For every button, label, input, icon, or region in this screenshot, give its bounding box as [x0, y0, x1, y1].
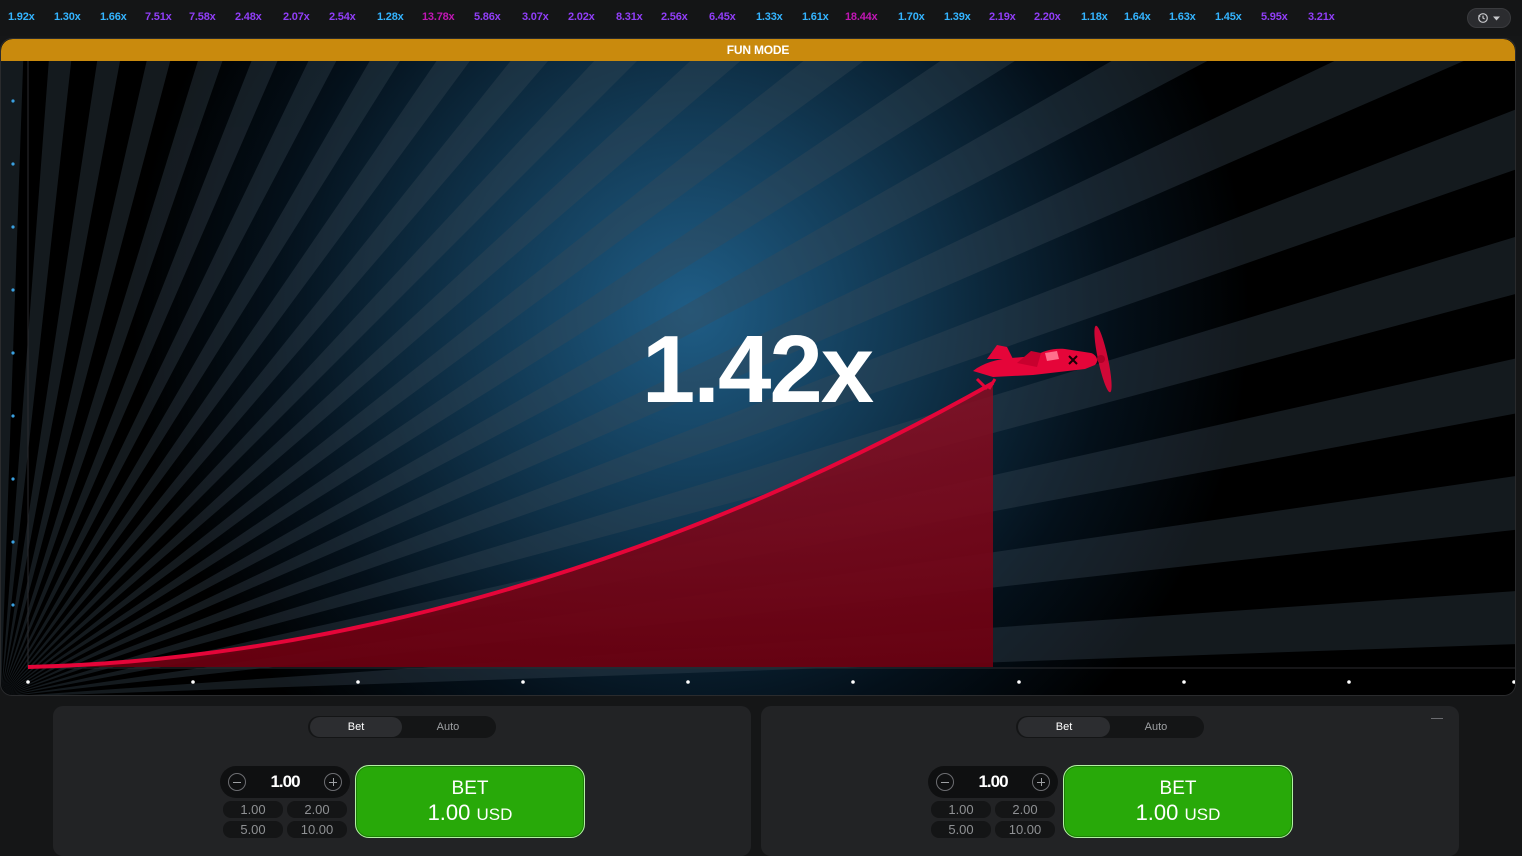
increase-stake-button[interactable] [324, 773, 342, 791]
decrease-stake-button[interactable] [228, 773, 246, 791]
y-axis-dot [11, 540, 15, 544]
bet-button-label: BET [1159, 778, 1197, 799]
history-multiplier[interactable]: 7.58x [189, 11, 216, 23]
y-axis-dot [11, 477, 15, 481]
bet-button-amount-line: 1.00 USD [1064, 800, 1292, 828]
history-multiplier[interactable]: 13.78x [422, 11, 455, 23]
history-multiplier[interactable]: 3.21x [1308, 11, 1335, 23]
quick-stake-1[interactable]: 1.00 [223, 801, 283, 818]
stake-stepper: 1.00 [928, 766, 1058, 798]
history-toggle-button[interactable] [1467, 8, 1511, 28]
y-axis-dot [11, 225, 15, 229]
history-multiplier[interactable]: 1.18x [1081, 11, 1108, 23]
quick-stake-2[interactable]: 2.00 [995, 801, 1055, 818]
bet-amount: 1.00 [1135, 800, 1179, 825]
y-axis-dot [11, 414, 15, 418]
history-icon [1478, 13, 1488, 23]
y-axis-dot [11, 162, 15, 166]
stake-stepper: 1.00 [220, 766, 350, 798]
quick-stake-1[interactable]: 1.00 [931, 801, 991, 818]
x-axis-dot [26, 680, 30, 684]
x-axis-dot [1017, 680, 1021, 684]
x-axis-dot [1512, 680, 1515, 684]
history-multiplier[interactable]: 3.07x [522, 11, 549, 23]
history-multiplier[interactable]: 1.61x [802, 11, 829, 23]
x-axis-dot [191, 680, 195, 684]
history-multiplier[interactable]: 2.07x [283, 11, 310, 23]
fun-mode-label: FUN MODE [726, 43, 790, 57]
decrease-stake-button[interactable] [936, 773, 954, 791]
history-multiplier[interactable]: 1.63x [1169, 11, 1196, 23]
quick-stake-5[interactable]: 5.00 [931, 821, 991, 838]
quick-stake-2[interactable]: 2.00 [287, 801, 347, 818]
history-multiplier[interactable]: 18.44x [845, 11, 878, 23]
history-multiplier[interactable]: 2.56x [661, 11, 688, 23]
history-multiplier[interactable]: 1.39x [944, 11, 971, 23]
history-multiplier[interactable]: 2.20x [1034, 11, 1061, 23]
bet-currency: USD [1184, 805, 1221, 824]
bet-button-label: BET [451, 778, 489, 799]
history-multiplier[interactable]: 2.02x [568, 11, 595, 23]
fun-mode-banner: FUN MODE [1, 39, 1515, 61]
history-multiplier[interactable]: 1.64x [1124, 11, 1151, 23]
chevron-down-icon [1493, 16, 1500, 20]
history-multiplier[interactable]: 1.28x [377, 11, 404, 23]
bet-button[interactable]: BET 1.00 USD [355, 765, 585, 838]
quick-stake-5[interactable]: 5.00 [223, 821, 283, 838]
history-multiplier[interactable]: 2.48x [235, 11, 262, 23]
multiplier-history-bar: 1.92x 1.30x 1.66x 7.51x 7.58x 2.48x 2.07x 2.54x… [0, 0, 1522, 36]
bet-button-amount-line: 1.00 USD [356, 800, 584, 828]
history-multiplier[interactable]: 1.33x [756, 11, 783, 23]
x-axis-dot [1347, 680, 1351, 684]
bet-button[interactable]: BET 1.00 USD [1063, 765, 1293, 838]
bet-mode-tabs: Bet Auto [308, 716, 496, 738]
game-area: FUN MODE 1.42x [0, 38, 1516, 696]
tab-auto[interactable]: Auto [1110, 717, 1202, 737]
y-axis-dot [11, 351, 15, 355]
history-multiplier[interactable]: 8.31x [616, 11, 643, 23]
tab-bet[interactable]: Bet [310, 717, 402, 737]
flight-stage: 1.42x [1, 39, 1515, 695]
current-multiplier: 1.42x [641, 316, 874, 423]
bet-currency: USD [476, 805, 513, 824]
history-multiplier[interactable]: 1.45x [1215, 11, 1242, 23]
history-multiplier[interactable]: 2.54x [329, 11, 356, 23]
history-multiplier[interactable]: 1.66x [100, 11, 127, 23]
tab-auto[interactable]: Auto [402, 717, 494, 737]
bet-mode-tabs: Bet Auto [1016, 716, 1204, 738]
history-multiplier[interactable]: 1.92x [8, 11, 35, 23]
remove-panel-button[interactable] [1431, 718, 1443, 719]
quick-stake-10[interactable]: 10.00 [995, 821, 1055, 838]
bet-amount: 1.00 [427, 800, 471, 825]
tab-bet[interactable]: Bet [1018, 717, 1110, 737]
history-multiplier[interactable]: 5.86x [474, 11, 501, 23]
y-axis-dot [11, 603, 15, 607]
x-axis-dot [356, 680, 360, 684]
quick-stake-10[interactable]: 10.00 [287, 821, 347, 838]
history-multiplier[interactable]: 2.19x [989, 11, 1016, 23]
history-multiplier[interactable]: 6.45x [709, 11, 736, 23]
y-axis-dot [11, 288, 15, 292]
bet-panel-2: Bet Auto 1.00 1.00 2.00 5.00 10.00 BET 1… [761, 706, 1459, 856]
x-axis-dot [686, 680, 690, 684]
history-multiplier[interactable]: 7.51x [145, 11, 172, 23]
x-axis-dot [521, 680, 525, 684]
history-multiplier[interactable]: 1.70x [898, 11, 925, 23]
y-axis-dot [11, 99, 15, 103]
bet-panel-1: Bet Auto 1.00 1.00 2.00 5.00 10.00 BET 1… [53, 706, 751, 856]
increase-stake-button[interactable] [1032, 773, 1050, 791]
history-multiplier[interactable]: 1.30x [54, 11, 81, 23]
x-axis-dot [851, 680, 855, 684]
history-multiplier[interactable]: 5.95x [1261, 11, 1288, 23]
x-axis-dot [1182, 680, 1186, 684]
